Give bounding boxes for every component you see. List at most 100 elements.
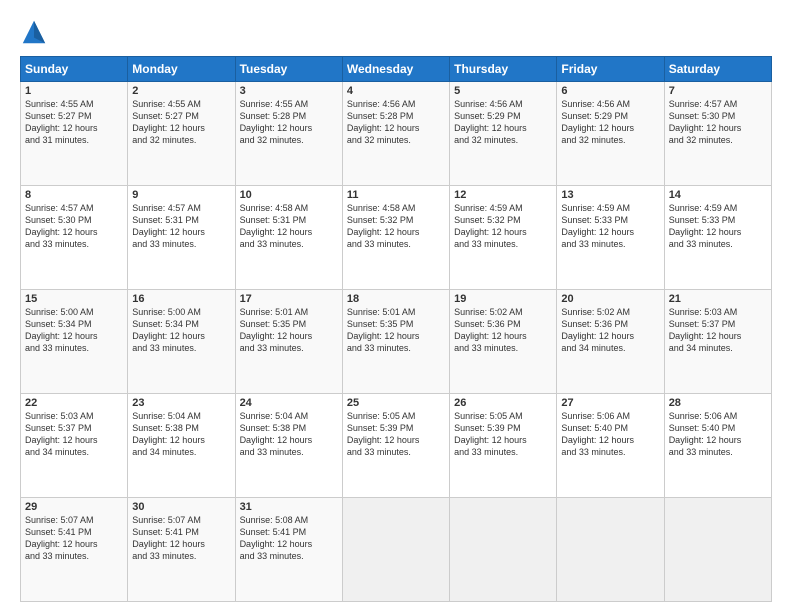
day-info: Sunrise: 5:01 AMSunset: 5:35 PMDaylight:… xyxy=(240,306,338,355)
day-number: 30 xyxy=(132,501,230,513)
day-cell-5: 5Sunrise: 4:56 AMSunset: 5:29 PMDaylight… xyxy=(450,82,557,186)
day-info: Sunrise: 4:57 AMSunset: 5:31 PMDaylight:… xyxy=(132,202,230,251)
page: SundayMondayTuesdayWednesdayThursdayFrid… xyxy=(0,0,792,612)
day-cell-28: 28Sunrise: 5:06 AMSunset: 5:40 PMDayligh… xyxy=(664,394,771,498)
day-number: 27 xyxy=(561,397,659,409)
day-info: Sunrise: 5:03 AMSunset: 5:37 PMDaylight:… xyxy=(25,410,123,459)
day-info: Sunrise: 5:04 AMSunset: 5:38 PMDaylight:… xyxy=(240,410,338,459)
day-cell-14: 14Sunrise: 4:59 AMSunset: 5:33 PMDayligh… xyxy=(664,186,771,290)
day-cell-18: 18Sunrise: 5:01 AMSunset: 5:35 PMDayligh… xyxy=(342,290,449,394)
day-number: 22 xyxy=(25,397,123,409)
day-info: Sunrise: 5:01 AMSunset: 5:35 PMDaylight:… xyxy=(347,306,445,355)
day-cell-3: 3Sunrise: 4:55 AMSunset: 5:28 PMDaylight… xyxy=(235,82,342,186)
day-cell-19: 19Sunrise: 5:02 AMSunset: 5:36 PMDayligh… xyxy=(450,290,557,394)
day-info: Sunrise: 5:00 AMSunset: 5:34 PMDaylight:… xyxy=(132,306,230,355)
col-header-wednesday: Wednesday xyxy=(342,57,449,82)
day-info: Sunrise: 5:02 AMSunset: 5:36 PMDaylight:… xyxy=(454,306,552,355)
day-number: 28 xyxy=(669,397,767,409)
day-cell-17: 17Sunrise: 5:01 AMSunset: 5:35 PMDayligh… xyxy=(235,290,342,394)
day-number: 19 xyxy=(454,293,552,305)
day-cell-1: 1Sunrise: 4:55 AMSunset: 5:27 PMDaylight… xyxy=(21,82,128,186)
day-info: Sunrise: 4:56 AMSunset: 5:28 PMDaylight:… xyxy=(347,98,445,147)
day-number: 12 xyxy=(454,189,552,201)
day-info: Sunrise: 5:04 AMSunset: 5:38 PMDaylight:… xyxy=(132,410,230,459)
day-cell-23: 23Sunrise: 5:04 AMSunset: 5:38 PMDayligh… xyxy=(128,394,235,498)
day-cell-12: 12Sunrise: 4:59 AMSunset: 5:32 PMDayligh… xyxy=(450,186,557,290)
header-row: SundayMondayTuesdayWednesdayThursdayFrid… xyxy=(21,57,772,82)
day-number: 29 xyxy=(25,501,123,513)
day-number: 26 xyxy=(454,397,552,409)
day-number: 20 xyxy=(561,293,659,305)
day-number: 18 xyxy=(347,293,445,305)
day-cell-7: 7Sunrise: 4:57 AMSunset: 5:30 PMDaylight… xyxy=(664,82,771,186)
day-info: Sunrise: 4:59 AMSunset: 5:32 PMDaylight:… xyxy=(454,202,552,251)
day-number: 11 xyxy=(347,189,445,201)
day-info: Sunrise: 5:06 AMSunset: 5:40 PMDaylight:… xyxy=(561,410,659,459)
day-number: 17 xyxy=(240,293,338,305)
day-cell-4: 4Sunrise: 4:56 AMSunset: 5:28 PMDaylight… xyxy=(342,82,449,186)
calendar-body: 1Sunrise: 4:55 AMSunset: 5:27 PMDaylight… xyxy=(21,82,772,602)
day-info: Sunrise: 4:56 AMSunset: 5:29 PMDaylight:… xyxy=(454,98,552,147)
col-header-saturday: Saturday xyxy=(664,57,771,82)
day-cell-29: 29Sunrise: 5:07 AMSunset: 5:41 PMDayligh… xyxy=(21,498,128,602)
day-number: 24 xyxy=(240,397,338,409)
week-row-2: 8Sunrise: 4:57 AMSunset: 5:30 PMDaylight… xyxy=(21,186,772,290)
day-number: 31 xyxy=(240,501,338,513)
day-info: Sunrise: 4:57 AMSunset: 5:30 PMDaylight:… xyxy=(25,202,123,251)
day-info: Sunrise: 5:02 AMSunset: 5:36 PMDaylight:… xyxy=(561,306,659,355)
day-cell-26: 26Sunrise: 5:05 AMSunset: 5:39 PMDayligh… xyxy=(450,394,557,498)
empty-cell xyxy=(664,498,771,602)
day-number: 1 xyxy=(25,85,123,97)
day-info: Sunrise: 4:58 AMSunset: 5:32 PMDaylight:… xyxy=(347,202,445,251)
day-cell-27: 27Sunrise: 5:06 AMSunset: 5:40 PMDayligh… xyxy=(557,394,664,498)
day-cell-11: 11Sunrise: 4:58 AMSunset: 5:32 PMDayligh… xyxy=(342,186,449,290)
day-info: Sunrise: 5:08 AMSunset: 5:41 PMDaylight:… xyxy=(240,514,338,563)
calendar-header: SundayMondayTuesdayWednesdayThursdayFrid… xyxy=(21,57,772,82)
col-header-monday: Monday xyxy=(128,57,235,82)
day-cell-30: 30Sunrise: 5:07 AMSunset: 5:41 PMDayligh… xyxy=(128,498,235,602)
day-cell-13: 13Sunrise: 4:59 AMSunset: 5:33 PMDayligh… xyxy=(557,186,664,290)
day-cell-21: 21Sunrise: 5:03 AMSunset: 5:37 PMDayligh… xyxy=(664,290,771,394)
day-info: Sunrise: 4:56 AMSunset: 5:29 PMDaylight:… xyxy=(561,98,659,147)
day-cell-15: 15Sunrise: 5:00 AMSunset: 5:34 PMDayligh… xyxy=(21,290,128,394)
empty-cell xyxy=(342,498,449,602)
day-number: 6 xyxy=(561,85,659,97)
day-info: Sunrise: 5:00 AMSunset: 5:34 PMDaylight:… xyxy=(25,306,123,355)
day-info: Sunrise: 4:55 AMSunset: 5:27 PMDaylight:… xyxy=(132,98,230,147)
day-cell-9: 9Sunrise: 4:57 AMSunset: 5:31 PMDaylight… xyxy=(128,186,235,290)
day-info: Sunrise: 4:57 AMSunset: 5:30 PMDaylight:… xyxy=(669,98,767,147)
day-number: 10 xyxy=(240,189,338,201)
col-header-sunday: Sunday xyxy=(21,57,128,82)
day-number: 13 xyxy=(561,189,659,201)
day-info: Sunrise: 5:07 AMSunset: 5:41 PMDaylight:… xyxy=(25,514,123,563)
day-info: Sunrise: 5:06 AMSunset: 5:40 PMDaylight:… xyxy=(669,410,767,459)
week-row-5: 29Sunrise: 5:07 AMSunset: 5:41 PMDayligh… xyxy=(21,498,772,602)
header xyxy=(20,18,772,46)
day-number: 8 xyxy=(25,189,123,201)
day-info: Sunrise: 4:55 AMSunset: 5:27 PMDaylight:… xyxy=(25,98,123,147)
day-info: Sunrise: 4:59 AMSunset: 5:33 PMDaylight:… xyxy=(669,202,767,251)
day-number: 23 xyxy=(132,397,230,409)
empty-cell xyxy=(557,498,664,602)
day-number: 5 xyxy=(454,85,552,97)
day-number: 21 xyxy=(669,293,767,305)
day-cell-2: 2Sunrise: 4:55 AMSunset: 5:27 PMDaylight… xyxy=(128,82,235,186)
day-info: Sunrise: 5:05 AMSunset: 5:39 PMDaylight:… xyxy=(454,410,552,459)
week-row-4: 22Sunrise: 5:03 AMSunset: 5:37 PMDayligh… xyxy=(21,394,772,498)
day-cell-6: 6Sunrise: 4:56 AMSunset: 5:29 PMDaylight… xyxy=(557,82,664,186)
day-info: Sunrise: 5:05 AMSunset: 5:39 PMDaylight:… xyxy=(347,410,445,459)
empty-cell xyxy=(450,498,557,602)
day-cell-22: 22Sunrise: 5:03 AMSunset: 5:37 PMDayligh… xyxy=(21,394,128,498)
day-number: 16 xyxy=(132,293,230,305)
calendar-table: SundayMondayTuesdayWednesdayThursdayFrid… xyxy=(20,56,772,602)
day-number: 9 xyxy=(132,189,230,201)
day-number: 2 xyxy=(132,85,230,97)
col-header-tuesday: Tuesday xyxy=(235,57,342,82)
logo-icon xyxy=(20,18,48,46)
day-cell-31: 31Sunrise: 5:08 AMSunset: 5:41 PMDayligh… xyxy=(235,498,342,602)
day-cell-16: 16Sunrise: 5:00 AMSunset: 5:34 PMDayligh… xyxy=(128,290,235,394)
day-number: 4 xyxy=(347,85,445,97)
day-cell-24: 24Sunrise: 5:04 AMSunset: 5:38 PMDayligh… xyxy=(235,394,342,498)
day-number: 7 xyxy=(669,85,767,97)
day-cell-8: 8Sunrise: 4:57 AMSunset: 5:30 PMDaylight… xyxy=(21,186,128,290)
